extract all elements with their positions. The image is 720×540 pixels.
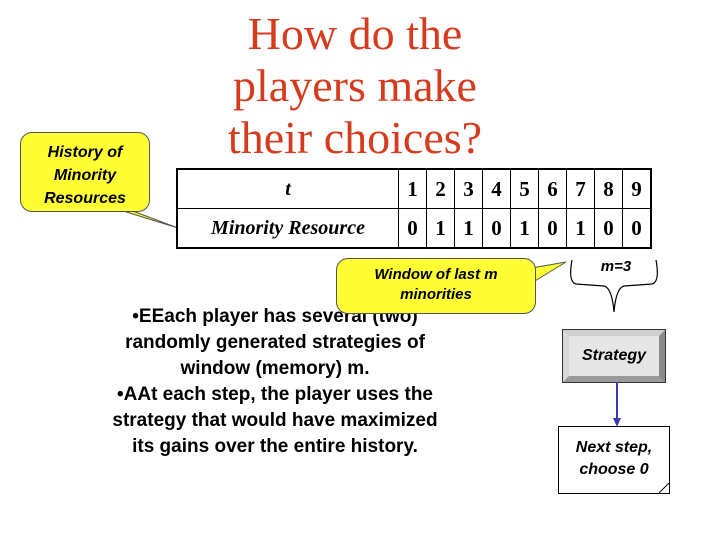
bullet-line: its gains over the entire history. — [132, 436, 418, 457]
minority-cell: 1 — [454, 208, 483, 249]
minority-cell: 1 — [426, 208, 455, 249]
bullet-line: •AAt each step, the player uses the — [116, 384, 434, 405]
t-cell: 4 — [482, 168, 511, 209]
callout-line: Minority — [53, 167, 117, 184]
next-line: choose 0 — [579, 461, 649, 478]
minority-cell: 1 — [510, 208, 539, 249]
bullet-line: window (memory) m. — [180, 358, 370, 379]
table-row: t 1 2 3 4 5 6 7 8 9 — [176, 168, 652, 209]
m-label: m=3 — [600, 258, 632, 275]
strategy-box: Strategy — [562, 329, 666, 383]
strategy-label: Strategy — [581, 347, 647, 364]
minority-cell: 1 — [566, 208, 595, 249]
next-line: Next step, — [575, 439, 653, 456]
callout-line: Resources — [44, 190, 126, 207]
body-text: •EEach player has several (two) randomly… — [40, 304, 510, 460]
minority-cell: 0 — [482, 208, 511, 249]
t-cell: 6 — [538, 168, 567, 209]
t-cell: 5 — [510, 168, 539, 209]
minority-cell: 0 — [594, 208, 623, 249]
bullet-line: strategy that would have maximized — [112, 410, 438, 431]
callout-line: History of — [47, 144, 123, 161]
t-cell: 8 — [594, 168, 623, 209]
history-callout-tail — [119, 209, 179, 229]
history-callout: History of Minority Resources — [20, 132, 150, 212]
page-fold-icon — [659, 483, 669, 493]
table-row: Minority Resource 0 1 1 0 1 0 1 0 0 — [176, 208, 652, 249]
t-cell: 3 — [454, 168, 483, 209]
minority-cell: 0 — [538, 208, 567, 249]
callout-line: minorities — [400, 286, 472, 303]
t-cell: 1 — [398, 168, 427, 209]
minority-cell: 0 — [622, 208, 652, 249]
arrow-down-icon — [613, 382, 621, 427]
row-label-t: t — [176, 168, 399, 209]
t-cell: 2 — [426, 168, 455, 209]
next-step-box: Next step, choose 0 — [558, 426, 670, 494]
callout-line: Window of last m — [374, 266, 498, 283]
minority-cell: 0 — [398, 208, 427, 249]
window-callout: Window of last m minorities — [336, 258, 536, 314]
bullet-line: randomly generated strategies of — [125, 332, 425, 353]
t-cell: 9 — [622, 168, 652, 209]
row-label-minority: Minority Resource — [176, 208, 399, 249]
t-cell: 7 — [566, 168, 595, 209]
history-table: t 1 2 3 4 5 6 7 8 9 Minority Resource 0 … — [176, 168, 652, 249]
